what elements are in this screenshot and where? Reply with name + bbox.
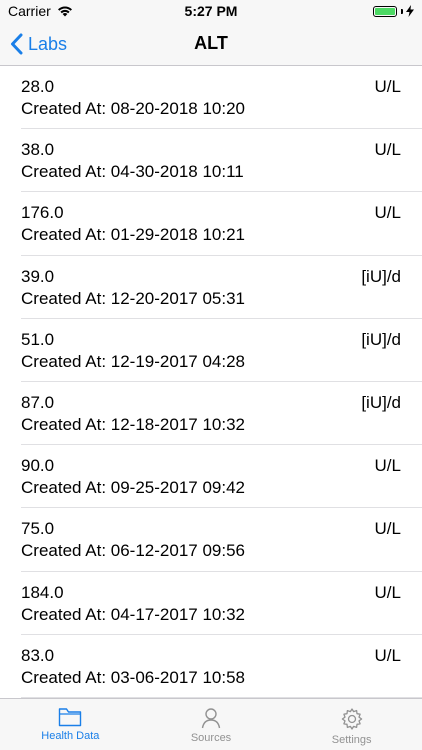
status-right <box>373 5 414 17</box>
lab-results-list[interactable]: 28.0 U/L Created At: 08-20-2018 10:20 38.… <box>0 66 422 698</box>
battery-icon <box>373 5 397 17</box>
list-item[interactable]: 87.0 [iU]/d Created At: 12-18-2017 10:32 <box>0 382 422 446</box>
lab-created-at: Created At: 01-29-2018 10:21 <box>21 225 245 245</box>
lab-value: 176.0 <box>21 203 64 223</box>
list-item[interactable]: 75.0 U/L Created At: 06-12-2017 09:56 <box>0 508 422 572</box>
chevron-left-icon <box>11 33 23 55</box>
status-bar: Carrier 5:27 PM <box>0 0 422 22</box>
lab-unit: U/L <box>374 140 401 160</box>
lab-unit: U/L <box>374 203 401 223</box>
wifi-icon <box>57 6 72 17</box>
lab-created-at: Created At: 06-12-2017 09:56 <box>21 541 245 561</box>
list-item[interactable]: 90.0 U/L Created At: 09-25-2017 09:42 <box>0 445 422 509</box>
folder-icon <box>59 708 82 727</box>
lab-unit: U/L <box>374 519 401 539</box>
list-item[interactable]: 83.0 U/L Created At: 03-06-2017 10:58 <box>0 635 422 698</box>
lab-unit: U/L <box>374 77 401 96</box>
list-item[interactable]: 51.0 [iU]/d Created At: 12-19-2017 04:28 <box>0 319 422 383</box>
lab-value: 83.0 <box>21 645 55 665</box>
lab-created-at: Created At: 03-06-2017 10:58 <box>21 667 245 687</box>
lab-unit: U/L <box>374 582 401 602</box>
list-item[interactable]: 176.0 U/L Created At: 01-29-2018 10:21 <box>0 192 422 256</box>
lab-value: 39.0 <box>21 266 55 286</box>
tab-label: Health Data <box>41 730 100 742</box>
nav-bar: Labs ALT <box>0 22 422 66</box>
tab-bar: Health Data Sources Settings <box>0 698 422 750</box>
tab-label: Settings <box>331 734 372 746</box>
lab-unit: [iU]/d <box>361 392 401 412</box>
lab-created-at: Created At: 04-30-2018 10:11 <box>21 162 244 182</box>
lab-value: 38.0 <box>21 140 55 160</box>
page-title: ALT <box>194 33 228 53</box>
lab-unit: U/L <box>374 645 401 665</box>
person-icon <box>201 708 221 729</box>
lab-value: 75.0 <box>21 519 55 539</box>
tab-settings[interactable]: Settings <box>281 699 422 750</box>
lab-unit: U/L <box>374 456 401 476</box>
lab-value: 51.0 <box>21 329 55 349</box>
gear-icon <box>341 708 362 730</box>
lab-value: 90.0 <box>21 456 55 476</box>
lab-created-at: Created At: 12-18-2017 10:32 <box>21 414 245 434</box>
tab-sources[interactable]: Sources <box>141 699 282 750</box>
lab-value: 184.0 <box>21 582 64 602</box>
back-label: Labs <box>28 33 68 54</box>
carrier-label: Carrier <box>8 3 51 19</box>
charging-bolt-icon <box>406 5 414 17</box>
lab-created-at: Created At: 09-25-2017 09:42 <box>21 478 245 498</box>
lab-created-at: Created At: 12-19-2017 04:28 <box>21 351 245 371</box>
lab-value: 28.0 <box>21 77 55 96</box>
list-item[interactable]: 39.0 [iU]/d Created At: 12-20-2017 05:31 <box>0 256 422 319</box>
list-item[interactable]: 184.0 U/L Created At: 04-17-2017 10:32 <box>0 572 422 635</box>
list-item[interactable]: 38.0 U/L Created At: 04-30-2018 10:11 <box>0 129 422 193</box>
lab-unit: [iU]/d <box>361 266 401 286</box>
tab-health-data[interactable]: Health Data <box>0 699 141 750</box>
lab-created-at: Created At: 08-20-2018 10:20 <box>21 99 245 118</box>
screen: Carrier 5:27 PM Labs ALT 28.0 U/L Create… <box>0 0 422 750</box>
back-button[interactable]: Labs <box>10 22 67 66</box>
lab-unit: [iU]/d <box>361 329 401 349</box>
tab-label: Sources <box>190 732 232 744</box>
lab-created-at: Created At: 12-20-2017 05:31 <box>21 288 245 308</box>
lab-created-at: Created At: 04-17-2017 10:32 <box>21 604 245 624</box>
status-left: Carrier <box>8 3 73 19</box>
battery-cap <box>401 8 403 14</box>
list-item[interactable]: 28.0 U/L Created At: 08-20-2018 10:20 <box>0 66 422 130</box>
lab-value: 87.0 <box>21 392 55 412</box>
